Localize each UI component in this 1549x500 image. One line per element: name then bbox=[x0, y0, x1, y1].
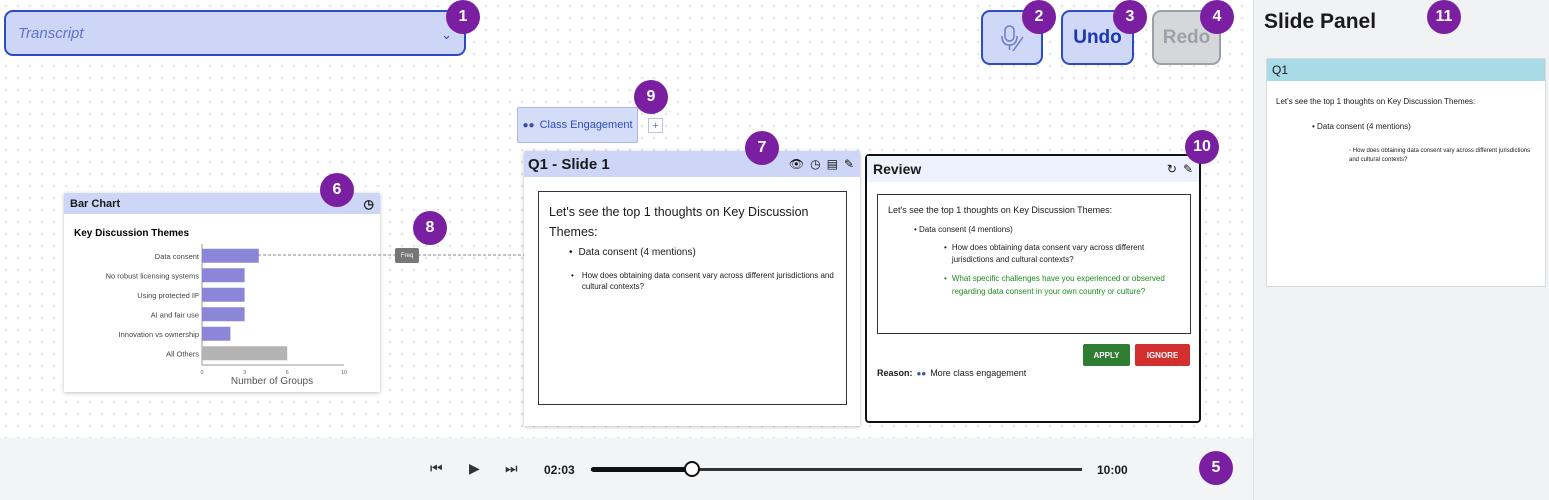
callout-badge: 2 bbox=[1022, 0, 1056, 34]
review-title: Review bbox=[873, 161, 922, 177]
callout-badge: 7 bbox=[745, 131, 779, 165]
slide-thumbnail[interactable]: Q1 Let's see the top 1 thoughts on Key D… bbox=[1266, 58, 1546, 287]
slide-intro: Let's see the top 1 thoughts on Key Disc… bbox=[549, 205, 809, 239]
slide-header: Q1 - Slide 1 👁 ◷ ▤ ✎ bbox=[524, 151, 860, 177]
ignore-button[interactable]: IGNORE bbox=[1135, 344, 1190, 366]
slide-content: Let's see the top 1 thoughts on Key Disc… bbox=[538, 191, 847, 405]
x-tick-label: 10 bbox=[341, 370, 347, 376]
eye-icon[interactable]: 👁 bbox=[789, 157, 804, 171]
bar bbox=[202, 248, 259, 263]
callout-badge: 3 bbox=[1113, 0, 1147, 34]
clock-icon[interactable]: ◷ bbox=[810, 157, 820, 171]
timeline-slider[interactable] bbox=[591, 461, 1082, 477]
bar bbox=[202, 346, 288, 361]
callout-badge: 10 bbox=[1185, 130, 1219, 164]
chart-title: Key Discussion Themes bbox=[74, 228, 189, 239]
edit-icon[interactable]: ✎ bbox=[844, 157, 854, 171]
timeline-progress bbox=[591, 467, 692, 472]
edit-icon[interactable]: ✎ bbox=[1183, 162, 1193, 176]
bar bbox=[202, 268, 245, 283]
review-bullet-2: • How does obtaining data consent vary ac… bbox=[944, 243, 1145, 264]
category-label: AI and fair use bbox=[151, 310, 199, 319]
category-label: No robust licensing systems bbox=[106, 271, 200, 280]
timeline-thumb[interactable] bbox=[683, 461, 700, 477]
chevron-down-icon: ⌄ bbox=[441, 27, 452, 42]
bar-chart: Key Discussion Themes Data consent No robu… bbox=[74, 228, 347, 387]
mic-pen-icon bbox=[1001, 24, 1024, 51]
callout-badge: 6 bbox=[320, 173, 354, 207]
callout-badge: 11 bbox=[1427, 0, 1461, 34]
review-bullet-3: • What specific challenges have you exper… bbox=[944, 274, 1165, 296]
slide-bullet-2: How does obtaining data consent vary acr… bbox=[581, 271, 834, 291]
freq-tag[interactable]: Freq bbox=[395, 248, 419, 263]
callout-badge: 9 bbox=[634, 80, 668, 114]
tab-label: Class Engagement bbox=[539, 119, 633, 131]
review-header: Review ↻ ✎ bbox=[867, 156, 1199, 182]
skip-forward-icon[interactable]: ⏭ bbox=[505, 460, 518, 477]
transcript-dropdown[interactable]: Transcript ⌄ bbox=[4, 10, 466, 56]
tab-class-engagement[interactable]: ●● Class Engagement bbox=[517, 107, 638, 143]
x-axis-label: Number of Groups bbox=[231, 376, 313, 387]
slide-thumbnail-bullet-1: • Data consent (4 mentions) bbox=[1312, 122, 1411, 131]
slide-title: Q1 - Slide 1 bbox=[528, 155, 610, 173]
slide-card[interactable]: Q1 - Slide 1 👁 ◷ ▤ ✎ Let's see the top 1… bbox=[524, 151, 860, 426]
comment-icon[interactable]: ▤ bbox=[827, 157, 838, 171]
callout-badge: 1 bbox=[446, 0, 480, 34]
slide-bullet-1: Data consent (4 mentions) bbox=[578, 247, 696, 258]
group-icon: ●● bbox=[522, 119, 535, 131]
playback-bar: ⏮ ▶ ⏭ 02:03 10:00 bbox=[0, 438, 1253, 500]
add-tab-button[interactable]: + bbox=[648, 118, 663, 133]
category-label: Data consent bbox=[155, 252, 200, 261]
slide-thumbnail-intro: Let's see the top 1 thoughts on Key Disc… bbox=[1276, 97, 1476, 106]
reason-text: More class engagement bbox=[930, 368, 1027, 378]
skip-back-icon[interactable]: ⏮ bbox=[430, 460, 443, 477]
reason-label: Reason: bbox=[877, 368, 913, 378]
review-bullet-1: • Data consent (4 mentions) bbox=[914, 225, 1013, 234]
apply-button[interactable]: APPLY bbox=[1083, 344, 1130, 366]
play-icon[interactable]: ▶ bbox=[469, 460, 480, 477]
clock-icon[interactable]: ◷ bbox=[364, 197, 374, 211]
review-intro: Let's see the top 1 thoughts on Key Disc… bbox=[888, 205, 1113, 215]
reason-row: Reason: ●● More class engagement bbox=[877, 368, 1026, 378]
slide-panel-title: Slide Panel bbox=[1264, 10, 1377, 33]
slide-thumbnail-header: Q1 bbox=[1267, 59, 1545, 81]
review-content: Let's see the top 1 thoughts on Key Disc… bbox=[877, 194, 1191, 334]
bar-chart-title: Bar Chart bbox=[70, 197, 121, 210]
callout-badge: 5 bbox=[1199, 451, 1233, 485]
category-label: Using protected IP bbox=[137, 291, 199, 300]
x-tick-label: 0 bbox=[200, 370, 203, 376]
callout-badge: 8 bbox=[413, 211, 447, 245]
group-icon: ●● bbox=[916, 368, 927, 378]
refresh-icon[interactable]: ↻ bbox=[1167, 162, 1177, 176]
category-label: Innovation vs ownership bbox=[119, 330, 199, 339]
callout-badge: 4 bbox=[1200, 0, 1234, 34]
transcript-placeholder: Transcript bbox=[18, 24, 84, 42]
bar bbox=[202, 307, 245, 322]
slide-thumbnail-bullet-2: ◦ How does obtaining data consent vary a… bbox=[1349, 148, 1531, 163]
review-card[interactable]: Review ↻ ✎ Let's see the top 1 thoughts … bbox=[865, 154, 1201, 423]
bar bbox=[202, 287, 245, 302]
bar bbox=[202, 326, 231, 341]
category-label: All Others bbox=[166, 349, 199, 358]
current-time: 02:03 bbox=[544, 463, 575, 477]
slide-panel: Slide Panel Q1 Let's see the top 1 thoug… bbox=[1253, 0, 1549, 500]
bar-chart-card[interactable]: Bar Chart ◷ Key Discussion Themes Data co… bbox=[64, 193, 380, 392]
total-time: 10:00 bbox=[1097, 463, 1128, 477]
